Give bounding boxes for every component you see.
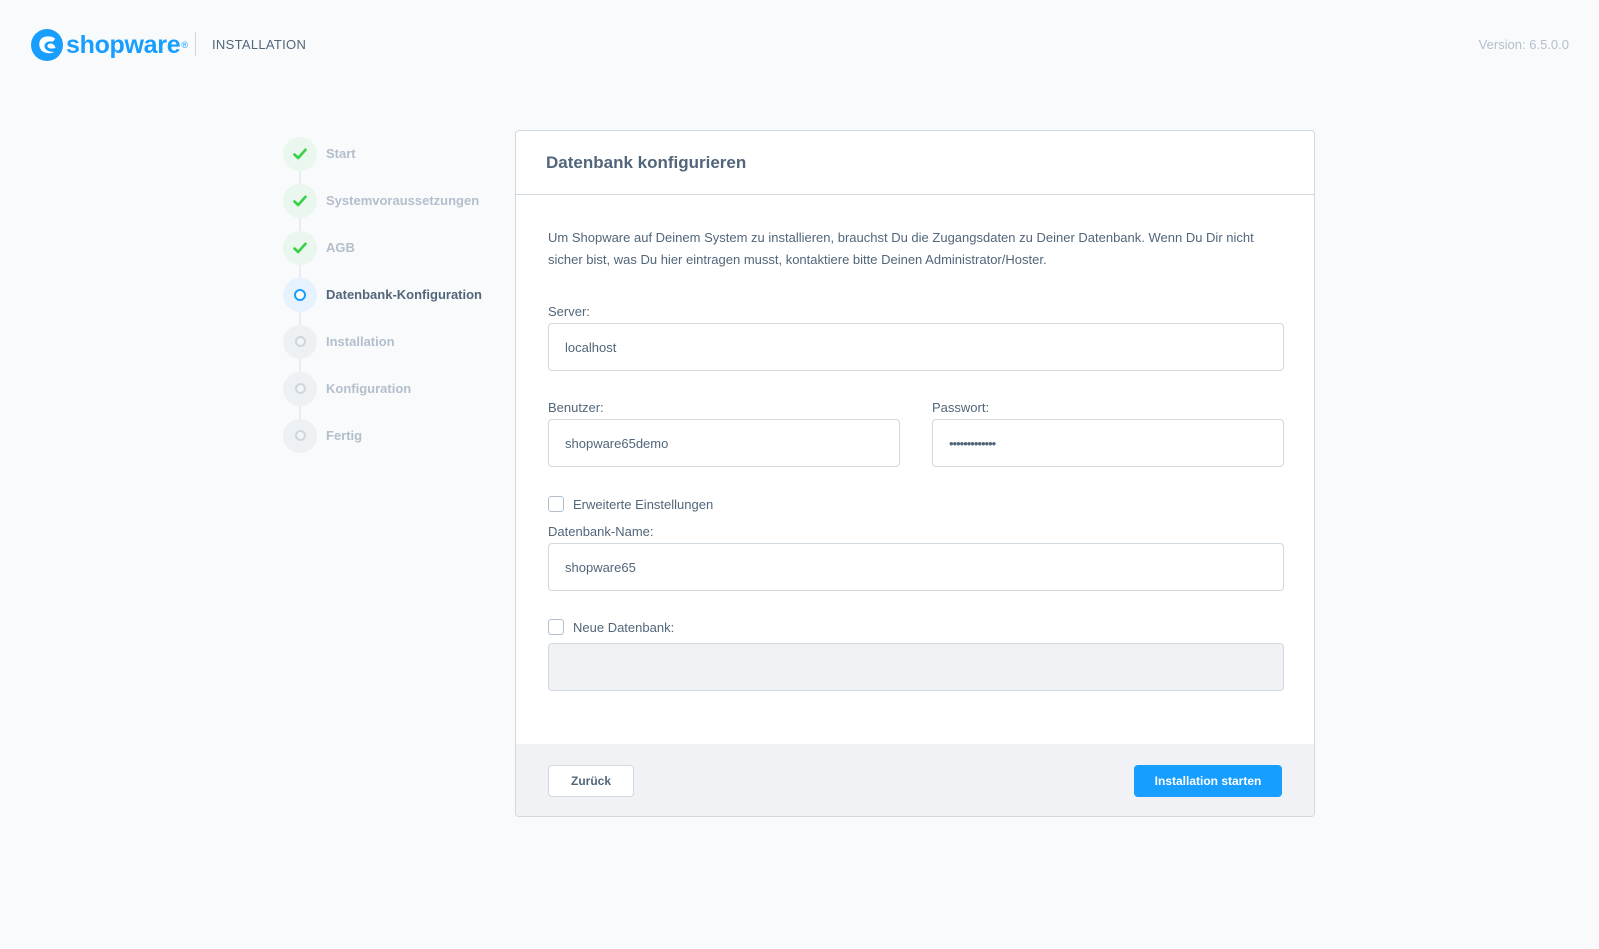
- logo-registered-mark: ®: [181, 40, 188, 50]
- new-database-option[interactable]: Neue Datenbank:: [548, 619, 674, 635]
- new-database-label[interactable]: Neue Datenbank:: [573, 620, 674, 635]
- step-label: Konfiguration: [326, 381, 412, 396]
- shopware-logo-icon: [31, 29, 63, 61]
- version-label: Version: 6.5.0.0: [1478, 37, 1569, 52]
- new-database-input: [548, 643, 1284, 691]
- intro-text: Um Shopware auf Deinem System zu install…: [548, 230, 1254, 267]
- circle-icon: [294, 383, 306, 394]
- password-input[interactable]: •••••••••••••: [932, 419, 1284, 467]
- step-datenbank-konfiguration: Datenbank-Konfiguration: [283, 271, 493, 318]
- installation-steps: Start Systemvoraussetzungen AGB Datenban…: [283, 130, 493, 459]
- card-header: Datenbank konfigurieren: [516, 131, 1314, 195]
- step-label: Fertig: [326, 428, 363, 443]
- circle-active-icon: [294, 288, 306, 301]
- check-icon: [293, 148, 307, 159]
- advanced-settings-label[interactable]: Erweiterte Einstellungen: [573, 497, 713, 512]
- step-status: [283, 418, 317, 453]
- db-name-label: Datenbank-Name:: [548, 524, 654, 539]
- step-label: Systemvoraussetzungen: [326, 193, 480, 208]
- step-konfiguration: Konfiguration: [283, 365, 493, 412]
- password-label: Passwort:: [932, 400, 990, 415]
- header-section-title: INSTALLATION: [212, 37, 307, 52]
- card-footer: Zurück Installation starten: [516, 744, 1314, 816]
- step-status: [283, 324, 317, 359]
- shopware-logo[interactable]: shopware ®: [30, 28, 188, 62]
- server-label: Server:: [548, 304, 590, 319]
- step-status: [283, 136, 317, 171]
- user-label: Benutzer:: [548, 400, 604, 415]
- step-status: [283, 230, 317, 265]
- header: shopware ® INSTALLATION Version: 6.5.0.0: [0, 0, 1599, 90]
- step-label: Datenbank-Konfiguration: [326, 287, 482, 302]
- step-status: [283, 277, 317, 312]
- new-database-checkbox[interactable]: [548, 619, 564, 635]
- step-label: Installation: [326, 334, 395, 349]
- back-button[interactable]: Zurück: [548, 765, 634, 797]
- circle-icon: [294, 430, 306, 441]
- server-input[interactable]: localhost: [548, 323, 1284, 371]
- step-installation: Installation: [283, 318, 493, 365]
- step-status: [283, 371, 317, 406]
- step-systemvoraussetzungen: Systemvoraussetzungen: [283, 177, 493, 224]
- card-title: Datenbank konfigurieren: [546, 152, 747, 172]
- header-divider: [195, 32, 196, 56]
- step-agb: AGB: [283, 224, 493, 271]
- step-status: [283, 183, 317, 218]
- user-input[interactable]: shopware65demo: [548, 419, 900, 467]
- logo-wordmark: shopware: [66, 30, 181, 59]
- check-icon: [293, 242, 307, 253]
- step-fertig: Fertig: [283, 412, 493, 459]
- advanced-settings-checkbox[interactable]: [548, 496, 564, 512]
- circle-icon: [294, 336, 306, 347]
- database-config-card: Datenbank konfigurieren Um Shopware auf …: [515, 130, 1315, 817]
- step-label: AGB: [326, 240, 355, 255]
- step-start: Start: [283, 130, 493, 177]
- check-icon: [293, 195, 307, 206]
- start-installation-button[interactable]: Installation starten: [1134, 765, 1282, 797]
- db-name-input[interactable]: shopware65: [548, 543, 1284, 591]
- step-label: Start: [326, 146, 356, 161]
- advanced-settings-option[interactable]: Erweiterte Einstellungen: [548, 496, 713, 512]
